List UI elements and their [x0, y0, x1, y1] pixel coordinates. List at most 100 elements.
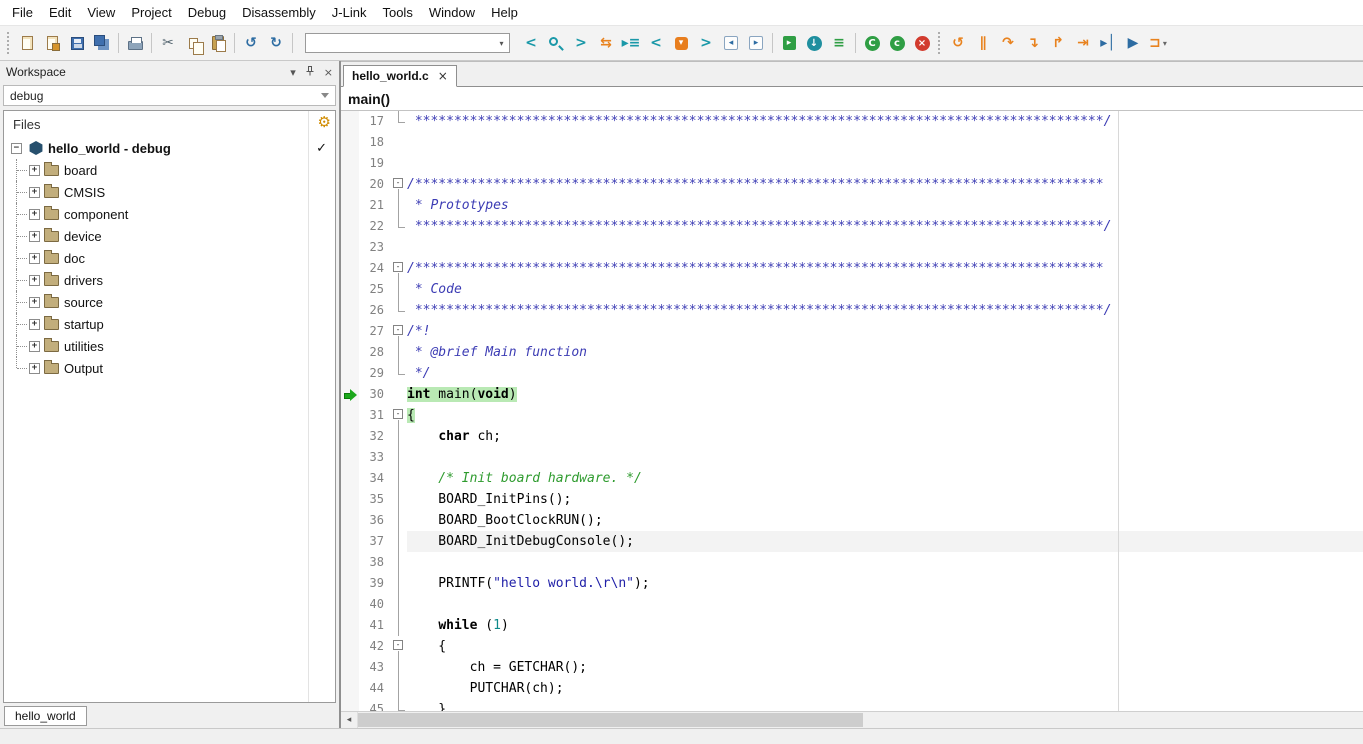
paste-icon[interactable]	[206, 31, 230, 55]
configuration-dropdown[interactable]: debug	[3, 85, 336, 106]
menu-j-link[interactable]: J-Link	[324, 1, 375, 24]
fold-margin[interactable]: -	[391, 258, 407, 279]
tree-item-source[interactable]: +source	[4, 291, 335, 313]
collapse-fold-icon[interactable]: -	[393, 178, 403, 188]
search-icon[interactable]	[544, 31, 568, 55]
stop-build-icon[interactable]: ×	[910, 31, 934, 55]
expand-icon[interactable]: +	[29, 165, 40, 176]
cut-icon[interactable]: ✂	[156, 31, 180, 55]
collapse-fold-icon[interactable]: -	[393, 262, 403, 272]
next-bookmark-icon[interactable]: >	[694, 31, 718, 55]
close-panel-icon[interactable]: ×	[324, 66, 333, 79]
settings-gear-icon[interactable]: ⚙	[318, 115, 331, 130]
breakpoint-gutter[interactable]	[341, 132, 359, 153]
menu-project[interactable]: Project	[123, 1, 179, 24]
next-function-icon[interactable]: ▸	[744, 31, 768, 55]
code-line-33[interactable]: 33	[341, 447, 1363, 468]
navigate-backward-icon[interactable]: <	[519, 31, 543, 55]
toggle-source-disassembly-icon[interactable]: ⇆	[594, 31, 618, 55]
code-line-41[interactable]: 41 while (1)	[341, 615, 1363, 636]
breakpoint-gutter[interactable]	[341, 573, 359, 594]
build-log-icon[interactable]: ≡	[827, 31, 851, 55]
go-icon[interactable]: ▶	[1121, 31, 1145, 55]
code-line-42[interactable]: 42- {	[341, 636, 1363, 657]
tree-item-output[interactable]: +Output	[4, 357, 335, 379]
breakpoint-gutter[interactable]	[341, 216, 359, 237]
code-line-17[interactable]: 17 *************************************…	[341, 111, 1363, 132]
code-editor[interactable]: 17 *************************************…	[341, 111, 1363, 711]
tree-item-drivers[interactable]: +drivers	[4, 269, 335, 291]
code-line-27[interactable]: 27-/*!	[341, 321, 1363, 342]
toolbar-grip[interactable]	[938, 32, 942, 54]
code-line-37[interactable]: 37 BOARD_InitDebugConsole();	[341, 531, 1363, 552]
code-line-30[interactable]: 30int main(void)	[341, 384, 1363, 405]
stop-debugging-icon[interactable]: ⊐▾	[1146, 31, 1170, 55]
code-line-25[interactable]: 25 * Code	[341, 279, 1363, 300]
fold-margin[interactable]: -	[391, 405, 407, 426]
menu-view[interactable]: View	[79, 1, 123, 24]
quick-search-combo[interactable]: ▾	[305, 33, 510, 53]
code-line-18[interactable]: 18	[341, 132, 1363, 153]
fold-margin[interactable]: -	[391, 174, 407, 195]
breakpoint-gutter[interactable]	[341, 489, 359, 510]
breakpoint-gutter[interactable]	[341, 531, 359, 552]
code-line-29[interactable]: 29 */	[341, 363, 1363, 384]
breakpoint-gutter[interactable]	[341, 258, 359, 279]
code-line-21[interactable]: 21 * Prototypes	[341, 195, 1363, 216]
menu-window[interactable]: Window	[421, 1, 483, 24]
step-out-icon[interactable]: ↱	[1046, 31, 1070, 55]
save-icon[interactable]	[65, 31, 89, 55]
breakpoint-gutter[interactable]	[341, 237, 359, 258]
breakpoint-gutter[interactable]	[341, 468, 359, 489]
tree-item-board[interactable]: +board	[4, 159, 335, 181]
expand-icon[interactable]: +	[29, 363, 40, 374]
dropdown-caret-icon[interactable]	[321, 93, 329, 102]
expand-icon[interactable]: +	[29, 231, 40, 242]
tree-item-project-root[interactable]: −hello_world - debug✓	[4, 137, 335, 159]
expand-icon[interactable]: +	[29, 341, 40, 352]
breakpoint-gutter[interactable]	[341, 363, 359, 384]
expand-icon[interactable]: +	[29, 319, 40, 330]
compile-icon[interactable]: C	[860, 31, 884, 55]
code-line-36[interactable]: 36 BOARD_BootClockRUN();	[341, 510, 1363, 531]
step-over-icon[interactable]: ↷	[996, 31, 1020, 55]
breakpoint-gutter[interactable]	[341, 111, 359, 132]
scrollbar-thumb[interactable]	[358, 713, 863, 727]
breakpoint-gutter[interactable]	[341, 699, 359, 711]
code-line-40[interactable]: 40	[341, 594, 1363, 615]
scroll-left-icon[interactable]: ◂	[341, 712, 358, 728]
breakpoint-gutter[interactable]	[341, 447, 359, 468]
copy-icon[interactable]	[181, 31, 205, 55]
tree-item-device[interactable]: +device	[4, 225, 335, 247]
tree-item-doc[interactable]: +doc	[4, 247, 335, 269]
expand-icon[interactable]: +	[29, 297, 40, 308]
previous-bookmark-icon[interactable]: <	[644, 31, 668, 55]
print-icon[interactable]	[123, 31, 147, 55]
code-line-44[interactable]: 44 PUTCHAR(ch);	[341, 678, 1363, 699]
goto-icon[interactable]: ▸≡	[619, 31, 643, 55]
dropdown-caret-icon[interactable]: ▾	[1163, 39, 1167, 48]
tree-item-component[interactable]: +component	[4, 203, 335, 225]
collapse-fold-icon[interactable]: -	[393, 640, 403, 650]
breakpoint-gutter[interactable]	[341, 594, 359, 615]
code-line-28[interactable]: 28 * @brief Main function	[341, 342, 1363, 363]
breakpoint-gutter[interactable]	[341, 153, 359, 174]
panel-menu-icon[interactable]: ▾	[290, 66, 296, 79]
collapse-fold-icon[interactable]: -	[393, 409, 403, 419]
code-line-26[interactable]: 26 *************************************…	[341, 300, 1363, 321]
step-into-icon[interactable]: ↴	[1021, 31, 1045, 55]
run-to-cursor-icon[interactable]: ▸│	[1096, 31, 1120, 55]
collapse-fold-icon[interactable]: -	[393, 325, 403, 335]
editor-tab-hello-world-c[interactable]: hello_world.c ×	[343, 65, 457, 87]
code-line-34[interactable]: 34 /* Init board hardware. */	[341, 468, 1363, 489]
debug-without-download-icon[interactable]: ↓	[802, 31, 826, 55]
expand-icon[interactable]: +	[29, 275, 40, 286]
breakpoint-gutter[interactable]	[341, 342, 359, 363]
break-icon[interactable]: ∥	[971, 31, 995, 55]
menu-help[interactable]: Help	[483, 1, 526, 24]
menu-edit[interactable]: Edit	[41, 1, 79, 24]
tree-item-cmsis[interactable]: +CMSIS	[4, 181, 335, 203]
breakpoint-gutter[interactable]	[341, 615, 359, 636]
code-line-20[interactable]: 20-/************************************…	[341, 174, 1363, 195]
next-statement-icon[interactable]: ⇥	[1071, 31, 1095, 55]
